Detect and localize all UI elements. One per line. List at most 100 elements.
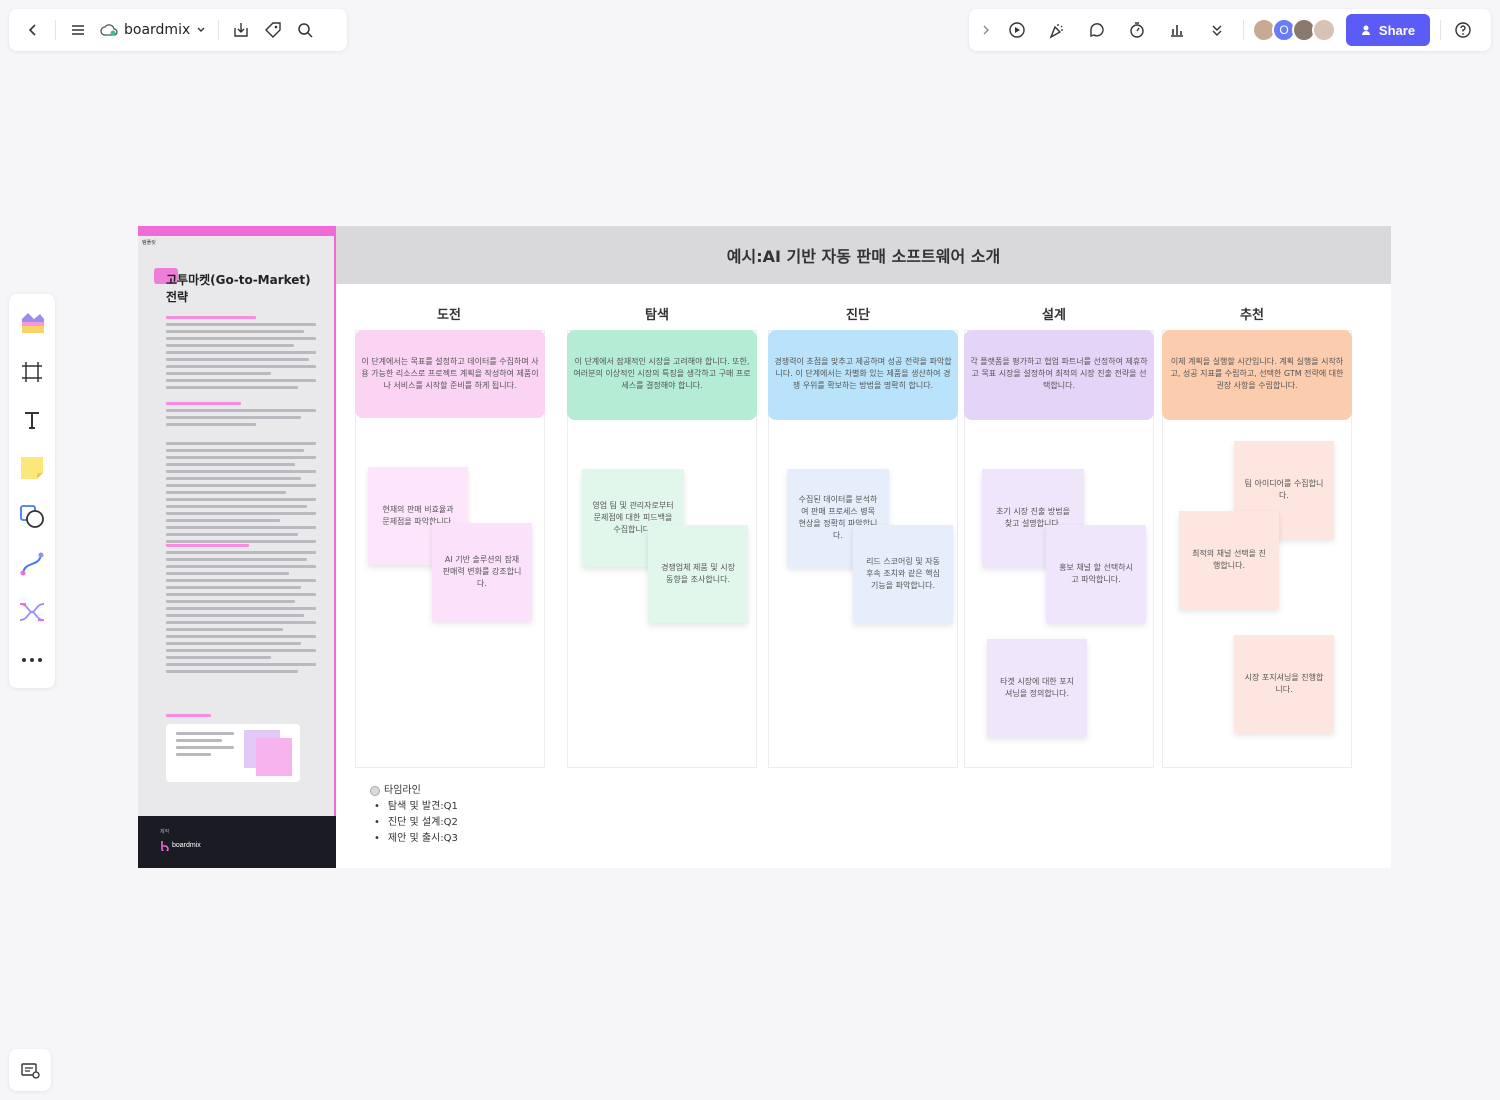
connector-tool[interactable] [14, 588, 50, 636]
sticky-note-icon [21, 457, 43, 479]
timeline-list: 탐색 및 발견:Q1 진단 및 설계:Q2 제안 및 출시:Q3 [370, 799, 458, 847]
lane-header[interactable]: 이제 계획을 실행할 시간입니다. 계획 실행을 시작하고, 성공 지표를 수립… [1162, 330, 1352, 420]
divider [1440, 20, 1441, 40]
sticky-note[interactable]: 시장 포지셔닝을 진행합니다. [1234, 635, 1334, 733]
curve-pen-icon [20, 552, 44, 576]
boardmix-logo-icon [161, 841, 169, 851]
lane-challenge: 이 단계에서는 목표를 설정하고 데이터를 수집하며 사용 가능한 리소스로 프… [355, 330, 545, 768]
sidebar-section [166, 714, 316, 721]
sticky-text: 시장 포지셔닝을 진행합니다. [1244, 673, 1324, 694]
vote-button[interactable] [1157, 14, 1197, 46]
timeline: 타임라인 탐색 및 발견:Q1 진단 및 설계:Q2 제안 및 출시:Q3 [370, 783, 458, 847]
board-header: 예시:AI 기반 자동 판매 소프트웨어 소개 [336, 226, 1391, 284]
lane-explore: 이 단계에서 잠재적인 시장을 고려해야 합니다. 또한, 여러분의 이상적인 … [567, 330, 757, 768]
help-button[interactable] [1447, 14, 1479, 46]
column-title: 추천 [1240, 308, 1264, 323]
sidebar-title: 고투마켓(Go-to-Market) 전략 [166, 273, 311, 304]
share-button[interactable]: Share [1346, 14, 1430, 46]
search-button[interactable] [289, 14, 321, 46]
minimap-button[interactable] [9, 1049, 51, 1091]
sticky-text: 팀 아이디어를 수집합니다. [1244, 479, 1324, 500]
divider [1243, 20, 1244, 40]
timeline-dot-icon [370, 786, 380, 796]
template-sidebar: 템플릿 고투마켓(Go-to-Market) 전략 제작 boardmix [138, 226, 336, 868]
sidebar-section [166, 402, 316, 430]
sticky-note[interactable]: 홍보 채널 할 선택하시고 파악합니다. [1046, 525, 1146, 623]
more-button[interactable] [14, 636, 50, 684]
share-label: Share [1378, 22, 1416, 38]
sticky-note[interactable]: 최적의 채널 선택을 진행합니다. [1179, 511, 1279, 609]
tool-palette [9, 294, 55, 688]
mini-template-card [166, 724, 300, 782]
frame-icon [22, 362, 42, 382]
text-icon [25, 412, 39, 429]
sticky-text: 경쟁업체 제품 및 시장 동향을 조사합니다. [661, 563, 735, 584]
search-icon [298, 23, 313, 38]
shape-tool[interactable] [14, 492, 50, 540]
party-icon [1049, 24, 1063, 39]
footer-label: 제작 [160, 829, 170, 835]
lane-header-text: 이 단계에서 잠재적인 시장을 고려해야 합니다. 또한, 여러분의 이상적인 … [573, 357, 751, 390]
board-title: 예시:AI 기반 자동 판매 소프트웨어 소개 [726, 247, 1001, 266]
collaborator-avatars[interactable]: O [1252, 18, 1336, 42]
help-icon [1455, 22, 1471, 38]
lane-header-text: 각 플랫폼을 평가하고 협업 파트너를 선정하여 제휴하고 목표 시장을 설정하… [970, 357, 1148, 390]
chevron-right-icon [983, 25, 989, 35]
lane-header[interactable]: 이 단계에서 잠재적인 시장을 고려해야 합니다. 또한, 여러분의 이상적인 … [567, 330, 757, 420]
tag-button[interactable] [257, 14, 289, 46]
lane-design: 각 플랫폼을 평가하고 협업 파트너를 선정하여 제휴하고 목표 시장을 설정하… [964, 330, 1154, 768]
footer-logo-text: boardmix [172, 842, 201, 849]
pen-tool[interactable] [14, 540, 50, 588]
top-right-toolbar: O Share [969, 9, 1491, 51]
lane-header[interactable]: 각 플랫폼을 평가하고 협업 파트너를 선정하여 제휴하고 목표 시장을 설정하… [964, 330, 1154, 420]
cloud-icon [100, 24, 118, 36]
history-button[interactable] [1117, 14, 1157, 46]
collapse-toolbar-button[interactable] [975, 14, 997, 46]
download-icon [234, 23, 248, 37]
timer-icon [1130, 22, 1144, 38]
column-title: 탐색 [645, 308, 669, 323]
sticky-text: 홍보 채널 할 선택하시고 파악합니다. [1059, 563, 1133, 584]
more-tools-button[interactable] [1197, 14, 1237, 46]
mindmap-icon [19, 603, 45, 621]
divider [218, 20, 220, 40]
user-plus-icon [1361, 25, 1370, 35]
lane-header-text: 이제 계획을 실행할 시간입니다. 계획 실행을 시작하고, 성공 지표를 수립… [1170, 357, 1344, 390]
app-name: boardmix [124, 22, 191, 38]
text-tool[interactable] [14, 396, 50, 444]
present-button[interactable] [997, 14, 1037, 46]
avatar[interactable] [1312, 18, 1336, 42]
double-chevron-down-icon [1212, 25, 1222, 36]
top-left-toolbar: boardmix [9, 9, 347, 51]
sticky-text: 최적의 채널 선택을 진행합니다. [1192, 549, 1266, 570]
column-title: 도전 [437, 308, 461, 323]
timeline-item: 진단 및 설계:Q2 [374, 815, 458, 831]
menu-button[interactable] [62, 14, 94, 46]
gtm-board: 템플릿 고투마켓(Go-to-Market) 전략 제작 boardmix 예시… [138, 226, 1391, 868]
download-button[interactable] [225, 14, 257, 46]
lane-header[interactable]: 이 단계에서는 목표를 설정하고 데이터를 수집하며 사용 가능한 리소스로 프… [355, 330, 545, 418]
shape-icon [20, 505, 44, 528]
sticky-note[interactable]: 경쟁업체 제품 및 시장 동향을 조사합니다. [648, 525, 748, 623]
file-switcher[interactable]: boardmix [94, 22, 212, 38]
sticky-text: 타겟 시장에 대한 포지셔닝을 정의합니다. [1000, 677, 1074, 698]
back-button[interactable] [17, 14, 49, 46]
sticky-note[interactable]: 리드 스코어링 및 자동 후속 조치와 같은 핵심 기능을 파악합니다. [853, 525, 953, 623]
sidebar-footer: 제작 boardmix [138, 816, 336, 868]
comment-icon [1090, 23, 1104, 37]
minimap-icon [21, 1063, 40, 1079]
avatar-initial: O [1279, 23, 1289, 37]
lane-diagnose: 경쟁력이 초점을 맞추고 제공하며 성공 전략을 파악합니다. 이 단계에서는 … [768, 330, 958, 768]
sidebar-tag: 템플릿 [142, 240, 156, 246]
sticky-note[interactable]: 타겟 시장에 대한 포지셔닝을 정의합니다. [987, 639, 1087, 737]
frame-tool[interactable] [14, 348, 50, 396]
timeline-item: 제안 및 출시:Q3 [374, 831, 458, 847]
celebrate-button[interactable] [1037, 14, 1077, 46]
sidebar-section [166, 442, 316, 547]
comment-button[interactable] [1077, 14, 1117, 46]
lane-header[interactable]: 경쟁력이 초점을 맞추고 제공하며 성공 전략을 파악합니다. 이 단계에서는 … [768, 330, 958, 420]
template-tool[interactable] [14, 300, 50, 348]
boardmix-logo: boardmix [160, 840, 201, 851]
sticky-note-tool[interactable] [14, 444, 50, 492]
sticky-note[interactable]: AI 기반 솔루션의 잠재 판매력 변화를 강조합니다. [432, 523, 532, 621]
